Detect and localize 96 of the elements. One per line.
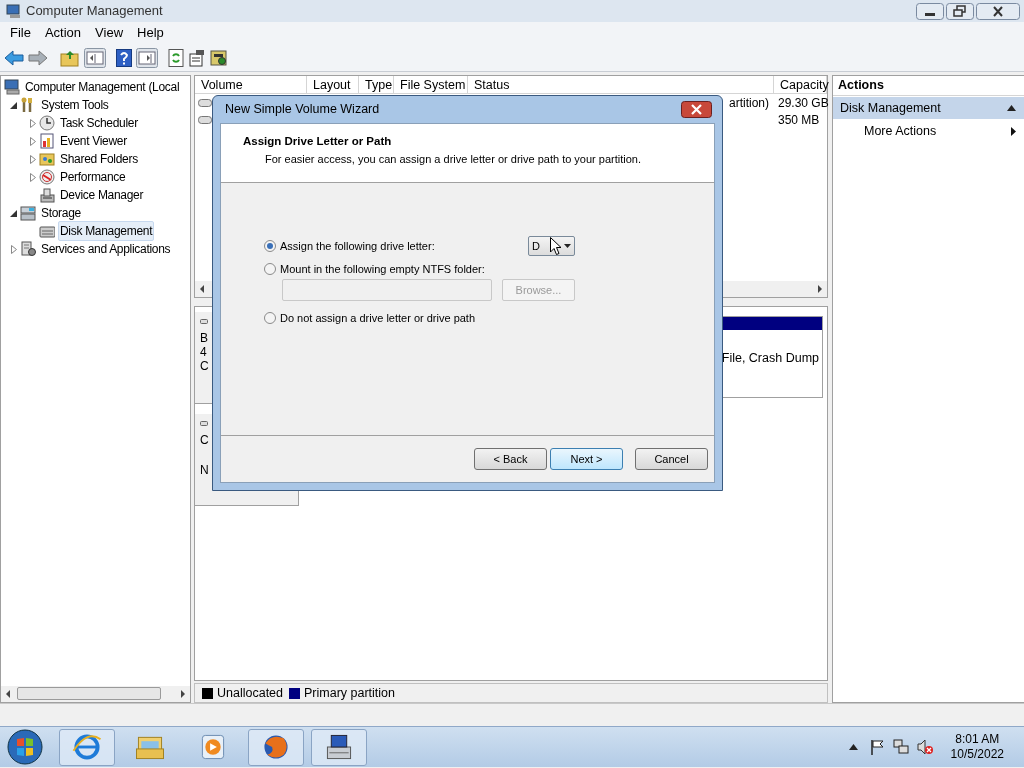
help-icon[interactable] <box>116 48 132 67</box>
wizard-button[interactable]: Next > <box>550 448 623 470</box>
computer-icon <box>4 79 20 95</box>
radio-option[interactable]: Mount in the following empty NTFS folder: <box>264 260 485 278</box>
collapsed-triangle-icon[interactable] <box>10 244 17 254</box>
partition-status-text: File, Crash Dump <box>721 350 819 368</box>
column-header[interactable]: Volume <box>195 76 307 94</box>
radio-option[interactable]: Assign the following drive letter: <box>264 237 435 255</box>
column-header[interactable]: Layout <box>307 76 359 94</box>
back-arrow-icon[interactable] <box>4 49 24 66</box>
disk-label-text: N <box>200 463 210 477</box>
collapsed-triangle-icon[interactable] <box>29 118 36 128</box>
table-cell-text: artition) <box>729 94 769 112</box>
tree-item[interactable]: Performance <box>58 167 128 187</box>
device-icon <box>39 187 55 203</box>
drive-icon <box>198 98 212 107</box>
wizard-subheading: For easier access, you can assign a drive letter or drive path to your partition. <box>264 152 642 168</box>
tree-item[interactable]: Device Manager <box>58 185 146 205</box>
collapsed-triangle-icon[interactable] <box>29 154 36 164</box>
pane-title: Actions <box>838 77 884 95</box>
window-title: Computer Management <box>26 2 163 21</box>
clock-icon <box>39 115 55 131</box>
taskbar-button[interactable] <box>59 728 115 766</box>
tree-item[interactable]: Computer Management (Local <box>23 77 182 97</box>
dropdown-arrow-icon[interactable] <box>564 244 571 248</box>
flag-icon[interactable] <box>869 739 885 755</box>
clock[interactable]: 8:01 AM 10/5/2022 <box>950 732 1004 762</box>
taskbar-button[interactable] <box>311 728 367 766</box>
tree-item[interactable]: Event Viewer <box>58 131 129 151</box>
taskbar-button[interactable] <box>248 728 304 766</box>
column-header[interactable]: Type <box>359 76 394 94</box>
chevron-up-icon[interactable] <box>848 744 858 750</box>
radio-icon[interactable] <box>264 263 276 275</box>
disk-label-text: C <box>200 433 210 447</box>
speaker-muted-icon[interactable] <box>916 739 933 755</box>
refresh-icon[interactable] <box>168 48 184 67</box>
network-icon[interactable] <box>892 739 909 755</box>
console-tree-icon[interactable] <box>84 47 106 68</box>
tree-item[interactable]: Services and Applications <box>39 239 173 259</box>
minimize-icon[interactable] <box>916 2 944 20</box>
wizard-button[interactable]: Cancel <box>635 448 708 470</box>
table-cell: 29.30 GB <box>778 95 829 110</box>
close-icon[interactable] <box>976 2 1020 20</box>
wizard-heading: Assign Drive Letter or Path <box>243 134 393 149</box>
storage-icon <box>20 205 36 221</box>
clock-date: 10/5/2022 <box>950 747 1004 762</box>
legend-label: Primary partition <box>304 684 395 702</box>
drive-icon <box>198 115 212 124</box>
tree-item[interactable]: Disk Management <box>58 221 155 241</box>
gauge-icon <box>39 169 55 185</box>
mouse-pointer-icon <box>550 237 562 256</box>
event-log-icon <box>39 133 55 149</box>
wizard-button[interactable]: < Back <box>474 448 547 470</box>
column-header[interactable]: Status <box>468 76 774 94</box>
action-item[interactable]: More Actions <box>833 119 1024 143</box>
disk-drive-icon <box>39 223 55 239</box>
dialog-title: New Simple Volume Wizard <box>225 101 380 119</box>
disk-label-text: B <box>200 331 209 345</box>
radio-icon[interactable] <box>264 312 276 324</box>
tree-item[interactable]: System Tools <box>39 95 111 115</box>
disk-label-text: C <box>200 359 210 373</box>
collapse-icon[interactable] <box>1007 105 1016 111</box>
menu-item[interactable]: Help <box>130 23 171 43</box>
folder-up-icon[interactable] <box>60 48 80 67</box>
submenu-arrow-icon[interactable] <box>1011 126 1016 136</box>
properties-icon[interactable] <box>188 48 206 67</box>
radio-selected-icon[interactable] <box>264 240 276 252</box>
start-button-icon[interactable] <box>5 728 45 766</box>
section-title: Disk Management <box>840 99 941 117</box>
legend-label: Unallocated <box>217 684 283 702</box>
menu-item[interactable]: Action <box>37 23 89 43</box>
column-header[interactable]: File System <box>394 76 468 94</box>
collapsed-triangle-icon[interactable] <box>29 136 36 146</box>
tree-item[interactable]: Task Scheduler <box>58 113 140 133</box>
shared-folder-icon <box>39 151 55 167</box>
expanded-triangle-icon[interactable] <box>10 209 17 217</box>
action-label: More Actions <box>864 122 937 140</box>
expanded-triangle-icon[interactable] <box>10 101 17 109</box>
tree-item[interactable]: Storage <box>39 203 83 223</box>
menu-item[interactable]: File <box>3 23 38 43</box>
column-header[interactable]: Capacity <box>774 76 827 94</box>
radio-option[interactable]: Do not assign a drive letter or drive path <box>264 309 476 327</box>
services-icon <box>20 241 36 257</box>
menu-item[interactable]: View <box>88 23 131 43</box>
disk-settings-icon[interactable] <box>210 48 228 67</box>
maximize-icon[interactable] <box>946 2 974 20</box>
clock-time: 8:01 AM <box>955 732 1000 747</box>
scrollbar-thumb[interactable] <box>17 687 161 700</box>
table-cell: 350 MB <box>778 112 820 127</box>
tree-item[interactable]: Shared Folders <box>58 149 140 169</box>
forward-arrow-icon[interactable] <box>28 49 48 66</box>
section-header[interactable]: Disk Management <box>833 97 1024 119</box>
computer-icon <box>6 3 22 19</box>
collapsed-triangle-icon[interactable] <box>29 172 36 182</box>
close-icon[interactable] <box>681 101 712 118</box>
disk-label-text: 4 <box>200 345 208 359</box>
